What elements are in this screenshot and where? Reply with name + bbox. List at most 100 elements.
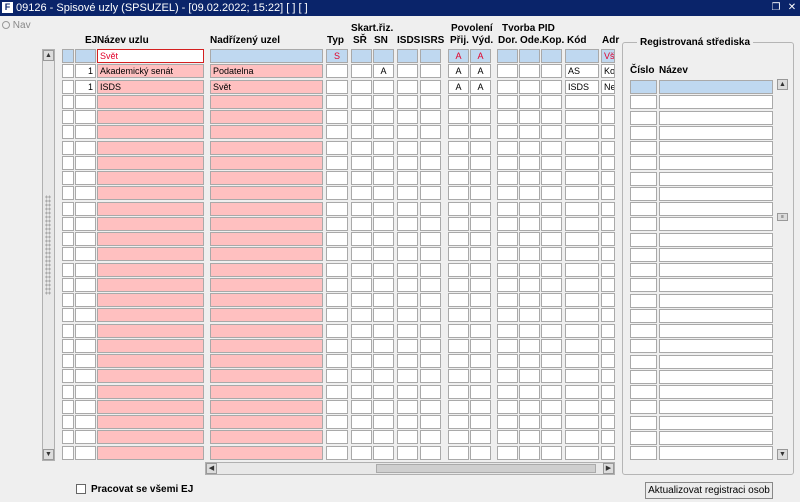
cell-dor[interactable]	[497, 247, 518, 261]
cell-isds[interactable]	[397, 125, 418, 139]
cell-nadrizeny[interactable]	[210, 171, 323, 185]
cell-nazev[interactable]	[97, 95, 204, 109]
cell-sn[interactable]	[373, 446, 394, 460]
cell-sr[interactable]	[351, 49, 372, 63]
cell-sr[interactable]	[351, 186, 372, 200]
cell-nadrizeny[interactable]	[210, 247, 323, 261]
cell-adr[interactable]	[601, 369, 615, 383]
cell-kod[interactable]	[565, 278, 599, 292]
cell-ej[interactable]: 1	[75, 64, 96, 78]
cell-vyd[interactable]	[470, 171, 491, 185]
cell-typ[interactable]	[326, 80, 348, 94]
cell-isrs[interactable]	[420, 293, 441, 307]
cell-sr[interactable]	[351, 354, 372, 368]
cell-nadrizeny[interactable]	[210, 156, 323, 170]
restore-icon[interactable]: ❐	[770, 1, 782, 14]
cell-ej[interactable]	[75, 125, 96, 139]
cell-kop[interactable]	[541, 247, 562, 261]
cell-sn[interactable]	[373, 95, 394, 109]
cell-sr[interactable]	[351, 141, 372, 155]
registry-cell-cislo[interactable]	[630, 416, 657, 430]
cell-kop[interactable]	[541, 217, 562, 231]
cell-dor[interactable]	[497, 308, 518, 322]
cell-sr[interactable]	[351, 446, 372, 460]
row-selector[interactable]	[62, 415, 74, 429]
cell-prij[interactable]	[448, 278, 469, 292]
cell-isds[interactable]	[397, 95, 418, 109]
cell-typ[interactable]	[326, 186, 348, 200]
cell-adr[interactable]	[601, 217, 615, 231]
cell-nadrizeny[interactable]	[210, 217, 323, 231]
cell-sr[interactable]	[351, 217, 372, 231]
cell-adr[interactable]	[601, 247, 615, 261]
cell-kop[interactable]	[541, 64, 562, 78]
cell-ej[interactable]	[75, 446, 96, 460]
registry-cell-cislo[interactable]	[630, 80, 657, 94]
cell-vyd[interactable]	[470, 400, 491, 414]
cell-ej[interactable]	[75, 293, 96, 307]
cell-sr[interactable]	[351, 339, 372, 353]
cell-typ[interactable]	[326, 369, 348, 383]
registry-cell-nazev[interactable]	[659, 217, 773, 231]
cell-typ[interactable]	[326, 202, 348, 216]
cell-adr[interactable]	[601, 156, 615, 170]
registry-cell-nazev[interactable]	[659, 156, 773, 170]
cell-prij[interactable]	[448, 430, 469, 444]
registry-cell-cislo[interactable]	[630, 217, 657, 231]
cell-dor[interactable]	[497, 141, 518, 155]
registry-cell-nazev[interactable]	[659, 141, 773, 155]
cell-prij[interactable]: A	[448, 49, 469, 63]
cell-adr[interactable]	[601, 446, 615, 460]
cell-nadrizeny[interactable]: Svět	[210, 80, 323, 94]
cell-isrs[interactable]	[420, 247, 441, 261]
cell-isds[interactable]	[397, 80, 418, 94]
cell-adr[interactable]	[601, 308, 615, 322]
cell-ode[interactable]	[519, 125, 540, 139]
cell-ode[interactable]	[519, 156, 540, 170]
cell-nazev[interactable]: Svět	[97, 49, 204, 63]
cell-ej[interactable]	[75, 202, 96, 216]
cell-adr[interactable]	[601, 385, 615, 399]
cell-dor[interactable]	[497, 293, 518, 307]
cell-isds[interactable]	[397, 324, 418, 338]
cell-nadrizeny[interactable]	[210, 415, 323, 429]
cell-sn[interactable]	[373, 369, 394, 383]
cell-ode[interactable]	[519, 64, 540, 78]
cell-sr[interactable]	[351, 171, 372, 185]
cell-isrs[interactable]	[420, 324, 441, 338]
row-selector[interactable]	[62, 217, 74, 231]
cell-prij[interactable]	[448, 247, 469, 261]
registry-cell-nazev[interactable]	[659, 202, 773, 216]
cell-prij[interactable]	[448, 293, 469, 307]
cell-isrs[interactable]	[420, 186, 441, 200]
scroll-left-icon[interactable]: ◀	[206, 463, 217, 474]
cell-isds[interactable]	[397, 247, 418, 261]
cell-typ[interactable]	[326, 171, 348, 185]
cell-adr[interactable]	[601, 141, 615, 155]
row-selector[interactable]	[62, 125, 74, 139]
cell-sr[interactable]	[351, 385, 372, 399]
cell-kod[interactable]: AS	[565, 64, 599, 78]
cell-ej[interactable]	[75, 369, 96, 383]
row-selector[interactable]	[62, 430, 74, 444]
cell-vyd[interactable]	[470, 354, 491, 368]
registry-cell-nazev[interactable]	[659, 355, 773, 369]
cell-sn[interactable]	[373, 430, 394, 444]
cell-prij[interactable]: A	[448, 80, 469, 94]
cell-sr[interactable]	[351, 156, 372, 170]
scroll-right-icon[interactable]: ▶	[603, 463, 614, 474]
cell-nazev[interactable]: Akademický senát	[97, 64, 204, 78]
registry-cell-nazev[interactable]	[659, 278, 773, 292]
cell-adr[interactable]	[601, 400, 615, 414]
cell-typ[interactable]	[326, 217, 348, 231]
cell-prij[interactable]	[448, 369, 469, 383]
cell-ode[interactable]	[519, 110, 540, 124]
cell-sr[interactable]	[351, 369, 372, 383]
cell-kod[interactable]: ISDS	[565, 80, 599, 94]
cell-kop[interactable]	[541, 141, 562, 155]
row-selector[interactable]	[62, 95, 74, 109]
cell-ej[interactable]	[75, 278, 96, 292]
cell-vyd[interactable]: A	[470, 80, 491, 94]
cell-isds[interactable]	[397, 186, 418, 200]
cell-nadrizeny[interactable]	[210, 278, 323, 292]
